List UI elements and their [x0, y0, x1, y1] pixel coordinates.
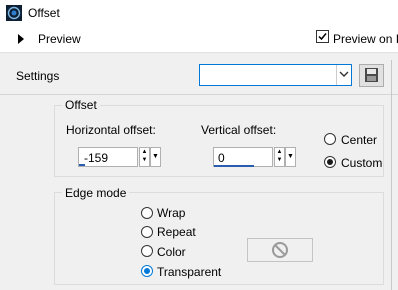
- edge-mode-group-title: Edge mode: [62, 186, 130, 200]
- preview-on-image-checkbox[interactable]: [316, 30, 329, 43]
- repeat-label[interactable]: Repeat: [157, 225, 196, 239]
- transparent-radio[interactable]: [141, 265, 153, 277]
- preview-on-image-label[interactable]: Preview on In: [333, 32, 398, 46]
- no-symbol-icon: [272, 242, 288, 258]
- center-radio[interactable]: [324, 133, 336, 145]
- preview-toggle[interactable]: Preview: [38, 32, 81, 46]
- offset-group-title: Offset: [62, 98, 100, 112]
- vertical-offset-label: Vertical offset:: [201, 123, 277, 137]
- center-label[interactable]: Center: [341, 133, 377, 147]
- floppy-disk-icon: [365, 68, 378, 82]
- vertical-offset-value[interactable]: 0: [218, 151, 225, 165]
- settings-label: Settings: [16, 69, 60, 83]
- transparent-label[interactable]: Transparent: [157, 265, 221, 279]
- settings-dropdown-button[interactable]: [336, 65, 351, 85]
- expand-arrow-icon[interactable]: [18, 34, 24, 44]
- window-title: Offset: [28, 6, 60, 20]
- color-label[interactable]: Color: [157, 245, 186, 259]
- vertical-offset-dropdown-button[interactable]: ▼: [285, 147, 296, 167]
- divider: [0, 94, 398, 95]
- custom-radio[interactable]: [324, 156, 336, 168]
- settings-dropdown[interactable]: [199, 64, 352, 86]
- custom-label[interactable]: Custom: [341, 156, 382, 170]
- vertical-offset-spinner[interactable]: ▲ ▼: [274, 147, 285, 167]
- horizontal-offset-spinner[interactable]: ▲ ▼: [139, 147, 150, 167]
- chevron-down-icon: [339, 71, 349, 77]
- repeat-radio[interactable]: [141, 226, 153, 238]
- wrap-radio[interactable]: [141, 207, 153, 219]
- horizontal-offset-dropdown-button[interactable]: ▼: [150, 147, 161, 167]
- horizontal-offset-slider-bar: [79, 164, 85, 166]
- divider: [391, 60, 392, 290]
- horizontal-offset-value[interactable]: -159: [84, 151, 108, 165]
- color-radio[interactable]: [141, 245, 153, 257]
- vertical-offset-slider-bar: [214, 165, 254, 167]
- wrap-label[interactable]: Wrap: [157, 206, 185, 220]
- horizontal-offset-label: Horizontal offset:: [66, 123, 156, 137]
- save-settings-button[interactable]: [359, 64, 384, 87]
- app-icon: [6, 5, 22, 21]
- edge-color-swatch: [247, 238, 313, 262]
